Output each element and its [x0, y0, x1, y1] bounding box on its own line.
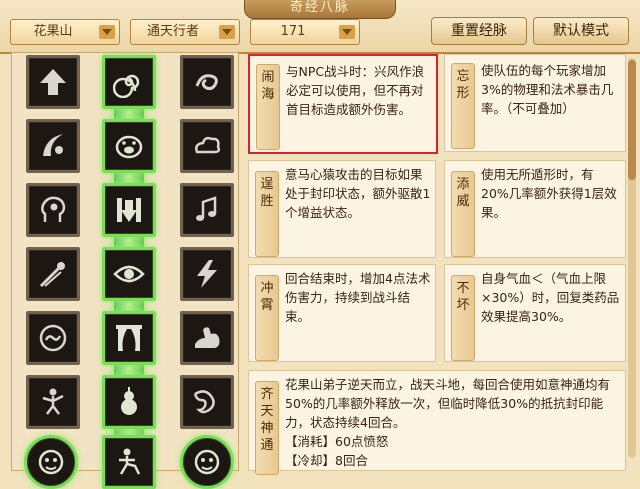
- talent-description: 使用无所遁形时，有20%几率额外获得1层效果。: [481, 167, 617, 220]
- chevron-down-icon: [219, 25, 235, 39]
- reset-meridian-button[interactable]: 重置经脉: [431, 17, 527, 45]
- skill-tree-panel: [11, 52, 239, 489]
- eye-icon: [113, 265, 145, 283]
- talent-name-tag: 逞胜: [255, 171, 279, 257]
- cloud-icon: [195, 136, 221, 154]
- gourd-icon: [121, 387, 137, 415]
- dancing-figure-icon: [42, 388, 64, 415]
- strong-arm-icon: [195, 327, 220, 348]
- crescent-blade-icon: [43, 134, 63, 156]
- chevron-down-icon: [339, 25, 355, 39]
- talent-name-tag: 齐天神通: [255, 381, 279, 475]
- skill-slot-21[interactable]: [180, 435, 234, 489]
- music-note-icon: [196, 196, 217, 221]
- skill-slot-7[interactable]: [26, 183, 80, 237]
- school-dropdown[interactable]: 花果山: [10, 19, 120, 45]
- cost-value: 60点愤怒: [335, 434, 389, 449]
- talent-description: 回合结束时，增加4点法术伤害力，持续到战斗结束。: [285, 271, 431, 324]
- talent-card-chongxiao[interactable]: 冲霄 回合结束时，增加4点法术伤害力，持续到战斗结束。: [248, 264, 436, 362]
- chevron-down-icon: [99, 25, 115, 39]
- swirl-icon: [195, 74, 218, 91]
- talent-name-tag: 忘形: [451, 63, 475, 149]
- skill-slot-10[interactable]: [26, 247, 80, 301]
- skill-slot-11[interactable]: [102, 247, 156, 301]
- talent-name-tag: 不坏: [451, 275, 475, 361]
- up-arrow-icon: [40, 69, 66, 95]
- dragon-icon: [193, 390, 215, 414]
- scrollbar-thumb[interactable]: [628, 60, 636, 180]
- down-arrow-icon: [117, 198, 141, 222]
- monkey-face-icon: [194, 449, 220, 475]
- skill-slot-9[interactable]: [180, 183, 234, 237]
- skill-slot-15[interactable]: [180, 311, 234, 365]
- talent-card-buhuai[interactable]: 不坏 自身气血＜（气血上限×30%）时，回复类药品效果提高30%。: [444, 264, 626, 362]
- talent-description: 花果山弟子逆天而立，战天斗地，每回合使用如意神通均有50%的几率额外释放一次，但…: [285, 377, 611, 430]
- points-dropdown[interactable]: 171: [250, 19, 360, 45]
- skill-slot-18[interactable]: [180, 375, 234, 429]
- skill-slot-8[interactable]: [102, 183, 156, 237]
- talent-name-tag: 冲霄: [255, 275, 279, 361]
- curtain-icon: [116, 325, 142, 351]
- school-dropdown-value: 花果山: [33, 24, 73, 39]
- talent-description: 与NPC战斗时：兴风作浪必定可以使用，但不再对首目标造成额外伤害。: [286, 64, 425, 117]
- skill-slot-5[interactable]: [102, 119, 156, 173]
- skill-slot-17[interactable]: [102, 375, 156, 429]
- talent-card-tianwei[interactable]: 添威 使用无所遁形时，有20%几率额外获得1层效果。: [444, 160, 626, 258]
- skill-slot-6[interactable]: [180, 119, 234, 173]
- skill-slot-3[interactable]: [180, 55, 234, 109]
- skill-slot-4[interactable]: [26, 119, 80, 173]
- window-title: 奇经八脉: [244, 0, 396, 19]
- talent-description: 意马心猿攻击的目标如果处于封印状态，额外驱散1个增益状态。: [285, 167, 431, 220]
- monkey-face-icon: [38, 449, 64, 475]
- talent-name-tag: 添威: [451, 171, 475, 257]
- talent-cooldown: 【冷却】8回合: [285, 451, 368, 470]
- talent-card-naohai[interactable]: 闹海 与NPC战斗时：兴风作浪必定可以使用，但不再对首目标造成额外伤害。: [248, 54, 438, 154]
- skill-slot-19[interactable]: [24, 435, 78, 489]
- skill-slot-13[interactable]: [26, 311, 80, 365]
- points-dropdown-value: 171: [280, 24, 306, 39]
- talent-description: 自身气血＜（气血上限×30%）时，回复类药品效果提高30%。: [481, 271, 620, 324]
- skill-slot-14[interactable]: [102, 311, 156, 365]
- skill-slot-2[interactable]: [102, 55, 156, 109]
- talent-cost: 【消耗】60点愤怒: [285, 432, 388, 451]
- lightning-icon: [197, 260, 217, 288]
- path-dropdown[interactable]: 通天行者: [130, 19, 240, 45]
- cost-label: 【消耗】: [285, 434, 336, 449]
- skill-slot-1[interactable]: [26, 55, 80, 109]
- pig-face-icon: [115, 135, 143, 159]
- default-mode-button[interactable]: 默认模式: [533, 17, 629, 45]
- skill-slot-16[interactable]: [26, 375, 80, 429]
- cooldown-label: 【冷却】: [285, 453, 336, 468]
- cooldown-value: 8回合: [335, 453, 368, 468]
- talent-description: 使队伍的每个玩家增加3%的物理和法术暴击几率。（不可叠加）: [481, 63, 614, 116]
- skill-slot-20[interactable]: [102, 435, 156, 489]
- talent-name-tag: 闹海: [256, 64, 280, 150]
- talent-card-qitianshentong[interactable]: 齐天神通 花果山弟子逆天而立，战天斗地，每回合使用如意神通均有50%的几率额外释…: [248, 370, 626, 475]
- path-dropdown-value: 通天行者: [146, 24, 199, 39]
- circle-swirl-icon: [39, 324, 67, 352]
- spiral-icon: [113, 74, 140, 98]
- talent-card-chengsheng[interactable]: 逞胜 意马心猿攻击的目标如果处于封印状态，额外驱散1个增益状态。: [248, 160, 436, 258]
- skill-slot-12[interactable]: [180, 247, 234, 301]
- rider-icon: [119, 448, 141, 475]
- head-profile-icon: [41, 196, 66, 222]
- comet-icon: [39, 262, 65, 288]
- talent-card-wangxing[interactable]: 忘形 使队伍的每个玩家增加3%的物理和法术暴击几率。（不可叠加）: [444, 54, 626, 152]
